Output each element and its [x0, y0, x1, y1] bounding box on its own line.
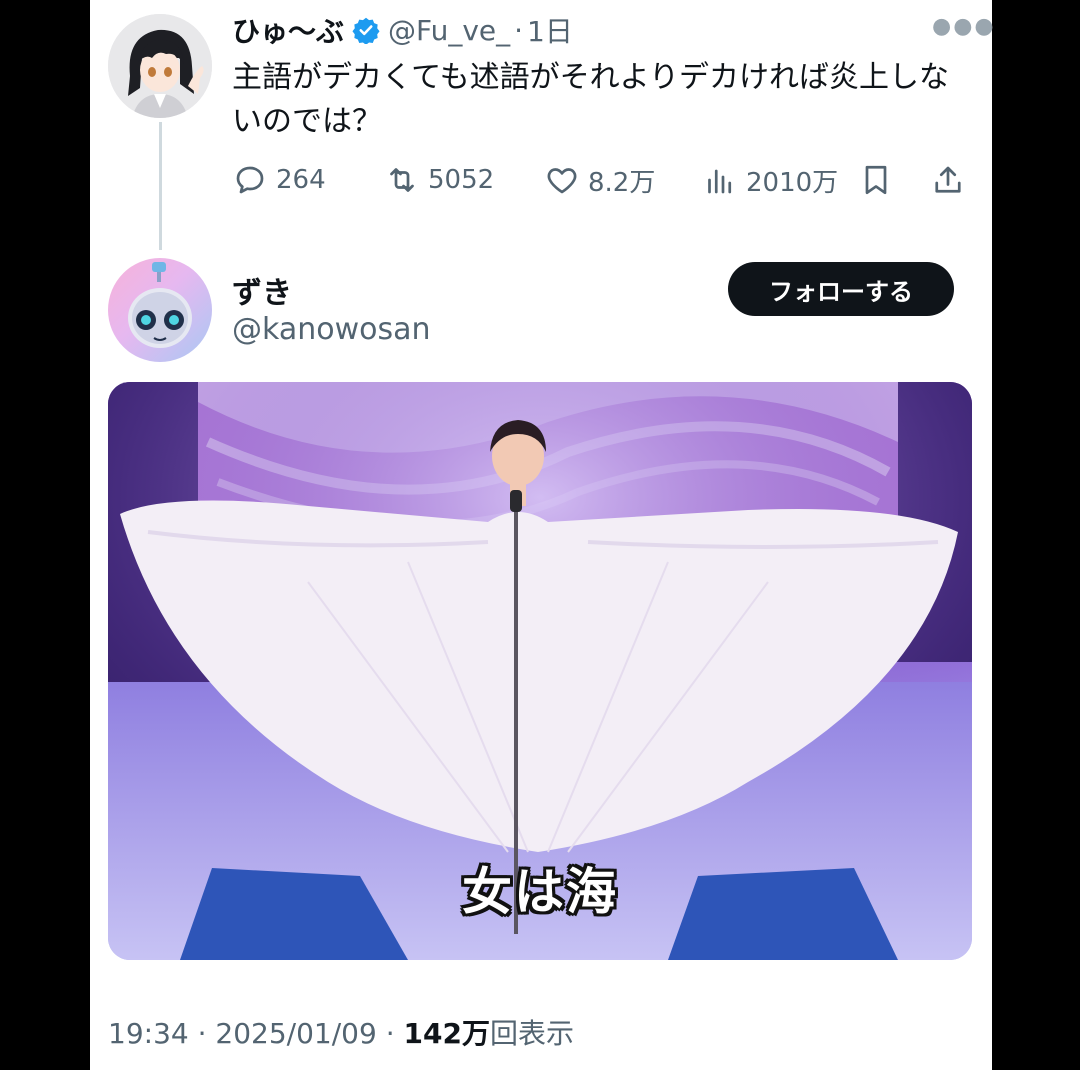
retweet-icon	[390, 168, 414, 192]
like-icon	[547, 168, 577, 194]
views-button[interactable]: 2010万	[702, 158, 838, 202]
media-image[interactable]: 女は海	[108, 382, 972, 960]
thread-connector	[159, 122, 162, 250]
share-icon	[935, 166, 961, 193]
quoted-author-avatar[interactable]	[108, 258, 212, 362]
author-handle[interactable]: @Fu_ve_	[388, 14, 510, 47]
bookmark-button[interactable]	[858, 158, 894, 202]
meta-separator: ·	[376, 1017, 404, 1050]
author-name[interactable]: ひゅ〜ぶ	[232, 10, 344, 50]
meta-separator: ·	[188, 1017, 216, 1050]
views-icon	[708, 169, 732, 194]
reply-button[interactable]: 264	[232, 158, 326, 202]
separator-dot: ·	[514, 13, 524, 47]
reply-count: 264	[276, 165, 326, 195]
reply-icon	[236, 166, 264, 194]
retweet-button[interactable]: 5052	[384, 158, 494, 202]
author-row: ひゅ〜ぶ @Fu_ve_ · 1日	[232, 8, 573, 52]
tweet-actions: 264 5052 8.2万 2010万	[232, 158, 972, 202]
tweet-age[interactable]: 1日	[527, 10, 573, 50]
author-avatar[interactable]	[108, 14, 212, 118]
quoted-author-name[interactable]: ずき	[232, 268, 292, 312]
like-count: 8.2万	[588, 167, 656, 198]
tweet-text: 主語がデカくても述語がそれよりデカければ炎上しないのでは？	[232, 60, 949, 139]
view-count: 2010万	[746, 167, 839, 198]
view-total: 142万	[403, 1017, 490, 1050]
share-button[interactable]	[930, 158, 966, 202]
view-suffix: 回表示	[489, 1017, 574, 1050]
follow-button[interactable]: フォローする	[728, 262, 954, 316]
quoted-author-handle[interactable]: @kanowosan	[232, 312, 431, 347]
post-time[interactable]: 19:34	[108, 1017, 189, 1050]
post-date[interactable]: 2025/01/09	[215, 1017, 376, 1050]
retweet-count: 5052	[428, 165, 495, 195]
verified-badge-icon	[352, 16, 380, 45]
more-dots-icon[interactable]: ●●●	[932, 14, 996, 39]
bookmark-icon	[865, 165, 887, 195]
media-subtitle: 女は海	[462, 863, 618, 921]
tweet-meta: 19:34 · 2025/01/09 · 142万回表示	[108, 1012, 574, 1052]
like-button[interactable]: 8.2万	[544, 158, 655, 202]
